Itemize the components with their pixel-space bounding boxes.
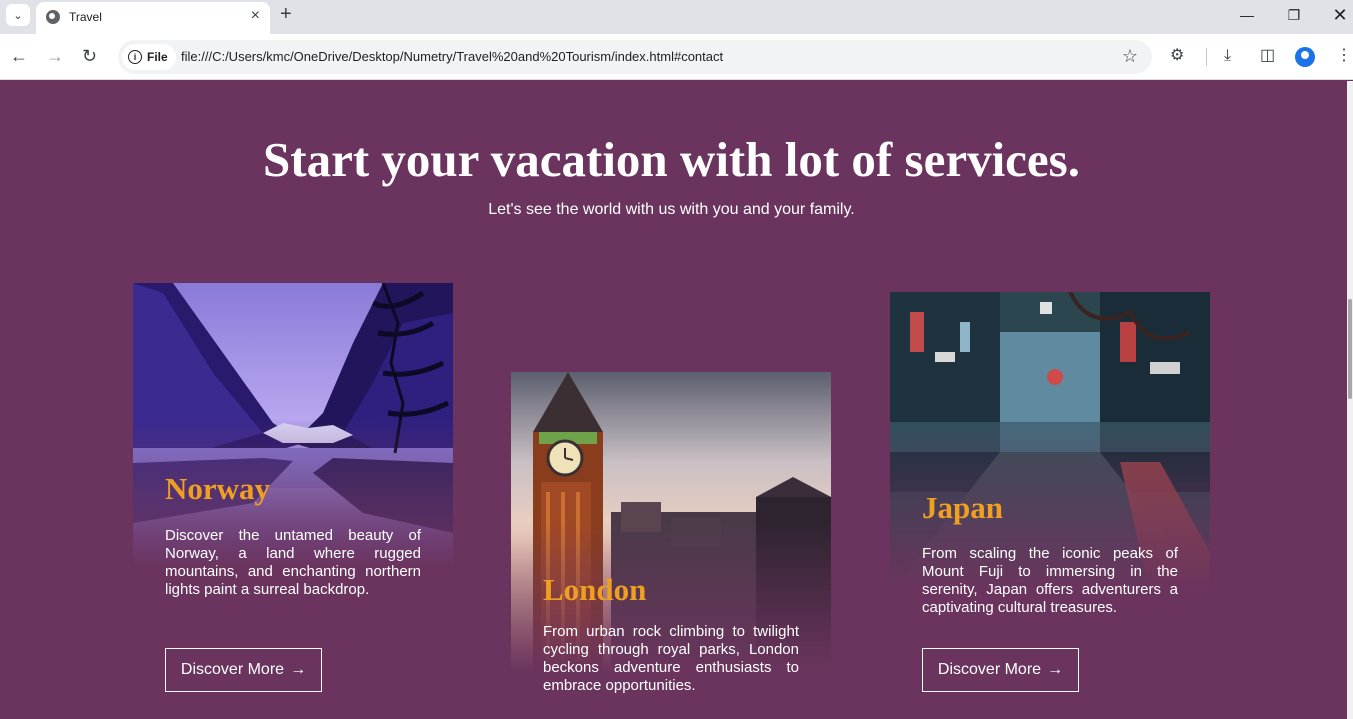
card-description: From urban rock climbing to twilight cyc…: [543, 623, 799, 694]
card-description: Discover the untamed beauty of Norway, a…: [165, 527, 421, 598]
minimize-icon[interactable]: —: [1227, 4, 1267, 26]
page-scrollbar[interactable]: [1347, 81, 1353, 719]
tab-strip: ⌄ Travel × + — ❐ ✕: [0, 0, 1353, 34]
arrow-right-icon: →: [1047, 661, 1064, 678]
download-icon[interactable]: ⤓: [1224, 46, 1231, 66]
site-chip-label: File: [147, 50, 168, 64]
card-description: From scaling the iconic peaks of Mount F…: [922, 545, 1178, 616]
extensions-icon[interactable]: ⚙: [1170, 46, 1184, 66]
button-label: Discover More: [180, 661, 285, 678]
section-title: Start your vacation with lot of services…: [263, 132, 1080, 187]
tab-title: Travel: [69, 10, 102, 24]
new-tab-icon[interactable]: +: [280, 3, 292, 26]
info-icon: i: [128, 50, 142, 64]
menu-kebab-icon[interactable]: ⋮: [1336, 46, 1352, 66]
destination-card-japan: Japan From scaling the iconic peaks of M…: [890, 292, 1210, 692]
arrow-right-icon: →: [290, 661, 307, 678]
scrollbar-thumb[interactable]: [1348, 299, 1352, 399]
globe-icon: [46, 10, 60, 24]
bookmark-star-icon[interactable]: ☆: [1122, 46, 1138, 67]
site-info-chip[interactable]: i File: [122, 44, 176, 70]
card-title: London: [543, 572, 647, 607]
destination-card-norway: Norway Discover the untamed beauty of No…: [133, 283, 453, 693]
close-tab-icon[interactable]: ×: [251, 7, 260, 25]
card-title: Japan: [922, 490, 1003, 525]
close-window-icon[interactable]: ✕: [1320, 4, 1353, 26]
forward-icon[interactable]: →: [46, 46, 64, 66]
services-section: Start your vacation with lot of services…: [0, 81, 1347, 719]
toolbar-divider: [1206, 48, 1207, 66]
discover-more-button[interactable]: Discover More →: [165, 648, 322, 692]
tab-travel[interactable]: Travel ×: [36, 2, 270, 34]
reload-icon[interactable]: ↻: [82, 46, 97, 66]
url-text[interactable]: file:///C:/Users/kmc/OneDrive/Desktop/Nu…: [181, 49, 723, 64]
address-bar[interactable]: i File file:///C:/Users/kmc/OneDrive/Des…: [118, 40, 1152, 74]
tab-search-button[interactable]: ⌄: [6, 4, 30, 26]
back-icon[interactable]: ←: [10, 46, 28, 66]
browser-toolbar: ← → ↻ i File file:///C:/Users/kmc/OneDri…: [0, 34, 1353, 80]
destination-card-london: London From urban rock climbing to twili…: [511, 372, 831, 719]
card-title: Norway: [165, 471, 271, 506]
side-panel-icon[interactable]: ◫: [1260, 46, 1275, 66]
section-subtitle: Let's see the world with us with you and…: [488, 201, 855, 218]
button-label: Discover More: [937, 661, 1042, 678]
discover-more-button[interactable]: Discover More →: [922, 648, 1079, 692]
chevron-down-icon: ⌄: [13, 9, 23, 22]
profile-avatar-icon[interactable]: [1295, 47, 1315, 67]
restore-icon[interactable]: ❐: [1274, 4, 1314, 26]
